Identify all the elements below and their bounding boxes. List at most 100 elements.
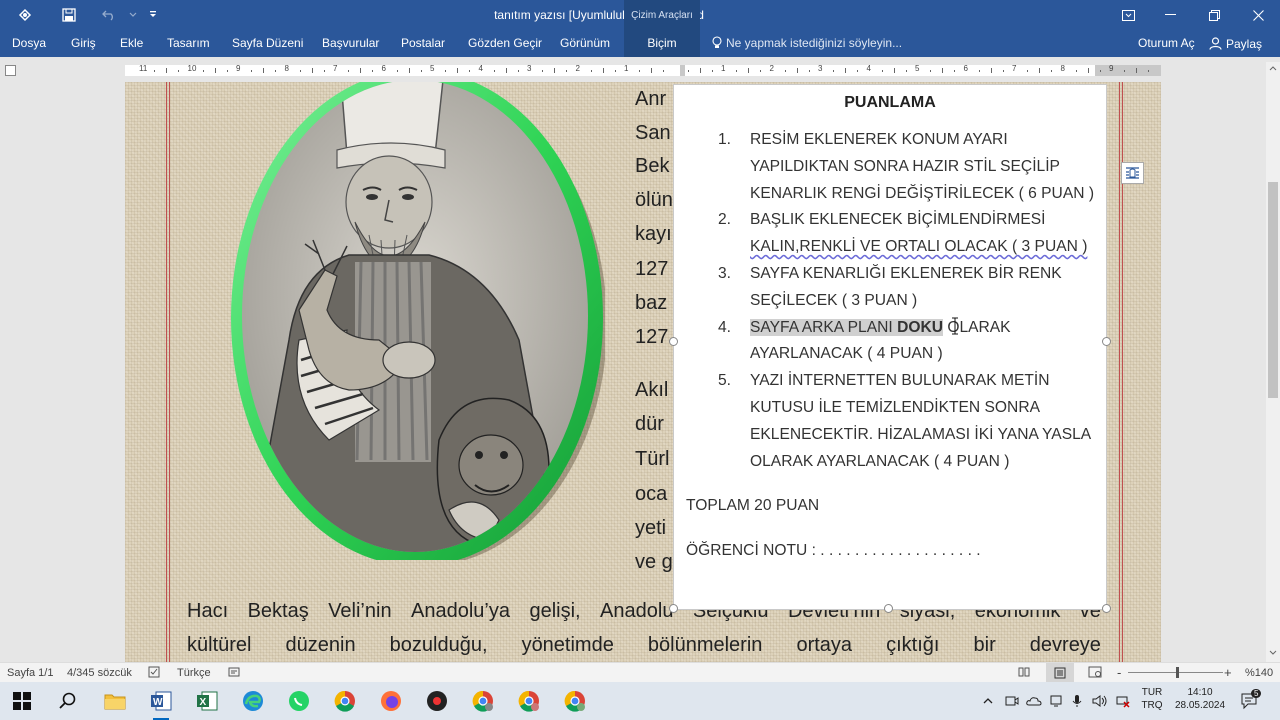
vertical-scrollbar[interactable] [1266,62,1280,662]
tab-dosya[interactable]: Dosya [12,36,46,50]
chrome-profile-icon[interactable] [470,688,496,714]
page-count[interactable]: Sayfa 1/1 [7,667,53,679]
word-app-icon[interactable]: W [148,688,174,720]
file-explorer-icon[interactable] [102,688,128,714]
ruler-tick [893,68,895,73]
language[interactable]: Türkçe [177,667,211,679]
list-line: KUTUSU İLE TEMİZLENDİKTEN SONRA [750,398,1040,416]
zoom-in-button[interactable]: + [1224,665,1232,680]
ruler-number: 1 [624,64,629,73]
zoom-out-button[interactable]: - [1117,665,1121,680]
tab-gozden-gecir[interactable]: Gözden Geçir [468,36,542,50]
whatsapp-icon[interactable] [286,688,312,714]
ruler-tick [1099,70,1101,72]
resize-handle[interactable] [1102,337,1111,346]
ruler-tick [323,70,325,72]
student-note: ÖĞRENCİ NOTU : . . . . . . . . . . . . .… [686,542,981,559]
onedrive-icon[interactable] [1026,694,1042,708]
ruler-number: 5 [915,64,920,73]
ruler-tick [263,68,265,73]
scrollbar-thumb[interactable] [1268,182,1278,398]
network-disconnected-icon[interactable] [1116,694,1130,708]
ruler-tick [1087,68,1089,73]
tab-postalar[interactable]: Postalar [401,36,445,50]
chrome-browser-icon[interactable] [332,688,358,714]
ruler-tick [1002,70,1004,72]
resize-handle[interactable] [669,604,678,613]
windows-start-icon[interactable] [9,688,35,714]
tab-sayfa-duzeni[interactable]: Sayfa Düzeni [232,36,303,50]
paragraph-word: Anadolu’ya [411,600,510,622]
zoom-level[interactable]: %140 [1245,667,1273,679]
search-icon[interactable] [55,688,81,714]
microphone-icon[interactable] [1072,694,1082,708]
firefox-browser-icon[interactable] [378,688,404,714]
ruler-tick [857,70,859,72]
chrome-profile-icon[interactable] [562,688,588,714]
tab-gorunum[interactable]: Görünüm [560,36,610,50]
chrome-profile-icon[interactable] [516,688,542,714]
edge-browser-icon[interactable] [240,688,266,714]
tab-tasarim[interactable]: Tasarım [167,36,210,50]
restore-icon[interactable] [1192,0,1237,30]
proofing-icon[interactable] [148,666,162,678]
ruler-number: 3 [818,64,823,73]
selected-text: SAYFA ARKA PLANI [750,318,898,336]
excel-app-icon[interactable]: X [194,688,220,714]
paragraph-word: düzenin [285,634,356,656]
ruler-number: 6 [963,64,968,73]
network-icon[interactable] [1049,694,1063,708]
minimize-icon[interactable] [1148,0,1193,30]
paragraph-line: kültürel düzenin bozulduğu, yönetimde bölünm… [187,634,1101,657]
chevron-up-icon[interactable] [983,697,993,704]
paragraph-word: Bektaş [247,600,309,622]
resize-handle[interactable] [884,604,893,613]
tell-me-placeholder: Ne yapmak istediğinizi söyleyin... [726,36,903,50]
ruler-tick [251,70,253,72]
share-button[interactable]: Paylaş [1203,32,1265,55]
clock[interactable]: 14:10 28.05.2024 [1172,687,1228,711]
web-layout-icon[interactable] [1088,666,1102,678]
ruler-number: 7 [333,64,338,73]
ruler-tick [554,68,556,73]
tell-me-search[interactable]: Ne yapmak istediğinizi söyleyin... [712,36,902,50]
meet-now-icon[interactable] [1005,694,1019,708]
ruler-tick [493,70,495,72]
side-text-line: San [635,122,671,144]
print-layout-button[interactable] [1046,663,1074,683]
ruler-tick [639,70,641,72]
portrait-picture[interactable] [229,82,605,560]
ruler-number: 4 [866,64,871,73]
notification-center[interactable]: 5 [1240,689,1262,710]
ruler-textbox-area [685,65,1095,76]
tab-giris[interactable]: Giriş [71,36,96,50]
tab-selector[interactable] [5,65,16,76]
language-code: TUR [1141,687,1163,698]
ribbon-display-options-icon[interactable] [1106,0,1151,30]
screen-recorder-icon[interactable] [424,688,450,714]
scroll-down-icon[interactable] [1269,650,1277,655]
word-count[interactable]: 4/345 sözcük [67,667,132,679]
volume-icon[interactable] [1092,694,1108,708]
close-icon[interactable] [1236,0,1280,30]
input-language[interactable]: TUR TRQ [1140,687,1164,711]
scoring-text-box[interactable]: PUANLAMA 1. RESİM EKLENEREK KONUM AYARI … [669,84,1111,613]
ruler-tick [202,70,204,72]
ribbon-tab-row: Dosya Giriş Ekle Tasarım Sayfa Düzeni Ba… [0,30,1280,57]
resize-handle[interactable] [669,337,678,346]
paragraph-word: bir [973,634,996,656]
list-number: 5. [718,372,732,390]
layout-options-icon[interactable] [1121,162,1144,184]
ruler-tick [226,70,228,72]
resize-handle[interactable] [1102,604,1111,613]
scroll-up-icon[interactable] [1269,66,1277,71]
tab-basvurular[interactable]: Başvurular [322,36,379,50]
sign-in-link[interactable]: Oturum Aç [1138,36,1195,50]
macro-recording-icon[interactable] [228,666,240,678]
svg-text:W: W [153,697,163,708]
horizontal-ruler[interactable]: 11 10 9 8 7 6 5 4 3 2 1 1 2 3 4 5 6 7 8 9 [125,64,1161,76]
tab-bicim[interactable]: Biçim [624,30,700,57]
zoom-slider-thumb[interactable] [1176,667,1179,678]
tab-ekle[interactable]: Ekle [120,36,143,50]
read-mode-icon[interactable] [1018,666,1030,678]
